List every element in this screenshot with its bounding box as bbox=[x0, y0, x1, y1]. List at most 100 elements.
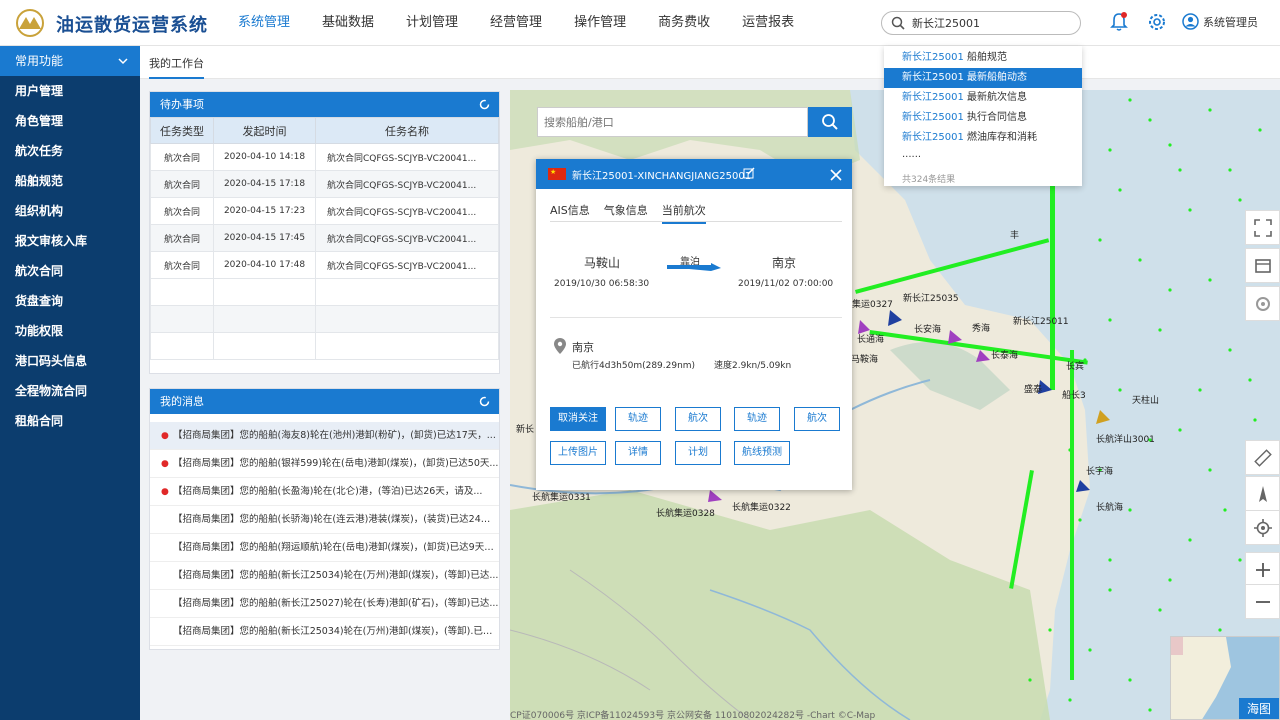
list-item[interactable]: ● 【招商局集团】您的船舶(海友8)轮在(池州)港卸(粉矿)，(卸货)已达17天，… bbox=[150, 422, 499, 450]
tab-my-workbench[interactable]: 我的工作台 bbox=[149, 55, 204, 79]
ship-speed: 速度2.9kn/5.09kn bbox=[714, 361, 792, 371]
suggestion-item[interactable]: 新长江25001 执行合同信息 bbox=[884, 108, 1082, 128]
suggestion-more[interactable]: ...... bbox=[884, 148, 1082, 166]
refresh-icon[interactable] bbox=[479, 389, 490, 414]
main-nav: 系统管理 基础数据 计划管理 经营管理 操作管理 商务费收 运营报表 bbox=[222, 0, 810, 46]
messages-panel-header: 我的消息 bbox=[150, 389, 499, 414]
sidebar-group-common[interactable]: 常用功能 bbox=[0, 46, 140, 76]
suggestion-item[interactable]: 新长江25001 燃油库存和消耗 bbox=[884, 128, 1082, 148]
measure-button[interactable] bbox=[1245, 440, 1280, 475]
nav-commercial-fees[interactable]: 商务费收 bbox=[642, 0, 726, 46]
map-label[interactable]: 长航集运0331 bbox=[532, 490, 591, 503]
sidebar-item-charter-contracts[interactable]: 租船合同 bbox=[0, 406, 140, 436]
list-item[interactable]: 【招商局集团】您的船舶(翔运顺航)轮在(岳电)港卸(煤炭)，(卸货)已达9天，.… bbox=[150, 534, 499, 562]
list-item[interactable]: 【招商局集团】您的船舶(新长江25027)轮在(长寿)港卸(矿石)，(等卸)已达… bbox=[150, 590, 499, 618]
sidebar-item-user-management[interactable]: 用户管理 bbox=[0, 76, 140, 106]
nav-plan-management[interactable]: 计划管理 bbox=[390, 0, 474, 46]
nav-operation-management[interactable]: 操作管理 bbox=[558, 0, 642, 46]
layers-button[interactable] bbox=[1245, 248, 1280, 283]
global-search-input[interactable] bbox=[912, 15, 1072, 31]
edit-icon[interactable] bbox=[743, 167, 755, 179]
map-label[interactable]: 长航海 bbox=[1096, 500, 1123, 513]
map-label[interactable]: 新长江25011 bbox=[1013, 314, 1069, 327]
sidebar-item-voyage-tasks[interactable]: 航次任务 bbox=[0, 136, 140, 166]
map-label[interactable]: 马鞍海 bbox=[851, 352, 878, 365]
todo-table-header: 任务类型 发起时间 任务名称 bbox=[150, 117, 499, 144]
map-label[interactable]: 长宾 bbox=[1066, 359, 1084, 372]
locate-button[interactable] bbox=[1245, 510, 1280, 545]
suggestion-item[interactable]: 新长江25001 船舶规范 bbox=[884, 48, 1082, 68]
map-label[interactable]: 长安海 bbox=[914, 322, 941, 335]
map-search-input[interactable] bbox=[538, 108, 788, 136]
map-label[interactable]: 新长江25035 bbox=[903, 291, 959, 304]
list-item[interactable]: ● 【招商局集团】您的船舶(长盈海)轮在(北仑)港，(等泊)已达26天，请及... bbox=[150, 478, 499, 506]
map-label[interactable]: 秀海 bbox=[972, 321, 990, 334]
map-label[interactable]: 长宇海 bbox=[1086, 464, 1113, 477]
refresh-icon[interactable] bbox=[479, 92, 490, 117]
nav-business-management[interactable]: 经营管理 bbox=[474, 0, 558, 46]
track-button[interactable]: 轨迹 bbox=[615, 407, 661, 431]
list-item[interactable]: 【招商局集团】您的船舶(新长江25034)轮在(万州)港卸(煤炭)，(等卸).已… bbox=[150, 618, 499, 646]
map-label[interactable]: 长航集运0322 bbox=[732, 500, 791, 513]
map-label[interactable]: 丰 bbox=[1010, 228, 1019, 241]
sidebar-item-port-info[interactable]: 港口码头信息 bbox=[0, 346, 140, 376]
table-row[interactable]: 航次合同 2020-04-10 14:18 航次合同CQFGS-SCJYB-VC20… bbox=[150, 143, 499, 171]
fullscreen-button[interactable] bbox=[1245, 210, 1280, 245]
col-task-type[interactable]: 任务类型 bbox=[150, 117, 214, 144]
zoom-out-button[interactable] bbox=[1245, 584, 1280, 619]
map-label[interactable]: 长泰海 bbox=[991, 348, 1018, 361]
map-label[interactable]: 船长3 bbox=[1062, 388, 1086, 401]
col-task-name[interactable]: 任务名称 bbox=[315, 117, 499, 144]
plan-button[interactable]: 计划 bbox=[675, 441, 721, 465]
map-label[interactable]: 长航洋山3001 bbox=[1096, 432, 1155, 445]
table-row[interactable]: 航次合同 2020-04-15 17:18 航次合同CQFGS-SCJYB-VC20… bbox=[150, 170, 499, 198]
route-forecast-button[interactable]: 航线预测 bbox=[734, 441, 790, 465]
sidebar-item-cargo-query[interactable]: 货盘查询 bbox=[0, 286, 140, 316]
map-label[interactable]: 长通海 bbox=[857, 332, 884, 345]
map-label[interactable]: 长航集运0328 bbox=[656, 506, 715, 519]
user-menu[interactable]: 系统管理员 bbox=[1182, 13, 1258, 30]
table-row[interactable]: 航次合同 2020-04-15 17:45 航次合同CQFGS-SCJYB-VC20… bbox=[150, 224, 499, 252]
track-button-2[interactable]: 轨迹 bbox=[734, 407, 780, 431]
table-row[interactable]: 航次合同 2020-04-10 17:48 航次合同CQFGS-SCJYB-VC20… bbox=[150, 251, 499, 279]
suggestion-item[interactable]: 新长江25001 最新航次信息 bbox=[884, 88, 1082, 108]
ship-info-popup: ★ 新长江25001-XINCHANGJIANG25001 AIS信息 气象信息… bbox=[536, 159, 852, 490]
sidebar-item-organization[interactable]: 组织机构 bbox=[0, 196, 140, 226]
map-search-button[interactable] bbox=[808, 107, 852, 137]
list-item[interactable]: 【招商局集团】您的船舶(新长江25034)轮在(万州)港卸(煤炭)，(等卸)已达… bbox=[150, 562, 499, 590]
map-search-box[interactable] bbox=[537, 107, 808, 137]
zoom-in-button[interactable] bbox=[1245, 552, 1280, 587]
sidebar-item-ship-specs[interactable]: 船舶规范 bbox=[0, 166, 140, 196]
map-label[interactable]: 天柱山 bbox=[1132, 393, 1159, 406]
global-search[interactable] bbox=[881, 11, 1081, 35]
sidebar-item-permissions[interactable]: 功能权限 bbox=[0, 316, 140, 346]
sidebar-item-voyage-contracts[interactable]: 航次合同 bbox=[0, 256, 140, 286]
suggestion-item-selected[interactable]: 新长江25001 最新船舶动态 bbox=[884, 68, 1082, 88]
map-label[interactable]: 新长 bbox=[516, 422, 534, 435]
sidebar-item-message-review[interactable]: 报文审核入库 bbox=[0, 226, 140, 256]
voyage-button[interactable]: 航次 bbox=[675, 407, 721, 431]
chart-minimap[interactable]: 海图 bbox=[1170, 636, 1280, 720]
table-row[interactable]: 航次合同 2020-04-15 17:23 航次合同CQFGS-SCJYB-VC20… bbox=[150, 197, 499, 225]
upload-image-button[interactable]: 上传图片 bbox=[550, 441, 606, 465]
notification-bell-icon[interactable] bbox=[1110, 12, 1128, 32]
location-pin-icon bbox=[554, 338, 566, 354]
list-item[interactable]: 【招商局集团】您的船舶(长骄海)轮在(连云港)港装(煤炭)，(装货)已达24天.… bbox=[150, 506, 499, 534]
sidebar-item-role-management[interactable]: 角色管理 bbox=[0, 106, 140, 136]
ruler-icon bbox=[1253, 448, 1272, 467]
nav-system-management[interactable]: 系统管理 bbox=[222, 0, 306, 46]
close-icon[interactable] bbox=[828, 165, 844, 183]
map-label[interactable]: 盛泰 bbox=[1024, 382, 1042, 395]
unfollow-button[interactable]: 取消关注 bbox=[550, 407, 606, 431]
voyage-button-2[interactable]: 航次 bbox=[794, 407, 840, 431]
settings-gear-icon[interactable] bbox=[1147, 12, 1167, 32]
nav-operation-reports[interactable]: 运营报表 bbox=[726, 0, 810, 46]
compass-button[interactable] bbox=[1245, 476, 1280, 511]
list-item[interactable]: ● 【招商局集团】您的船舶(银祥599)轮在(岳电)港卸(煤炭)，(卸货)已达50… bbox=[150, 450, 499, 478]
sidebar-item-logistics-contracts[interactable]: 全程物流合同 bbox=[0, 376, 140, 406]
weather-button[interactable] bbox=[1245, 286, 1280, 321]
nav-basic-data[interactable]: 基础数据 bbox=[306, 0, 390, 46]
map-label[interactable]: 集运0327 bbox=[852, 297, 893, 310]
col-start-time[interactable]: 发起时间 bbox=[213, 117, 316, 144]
details-button[interactable]: 详情 bbox=[615, 441, 661, 465]
